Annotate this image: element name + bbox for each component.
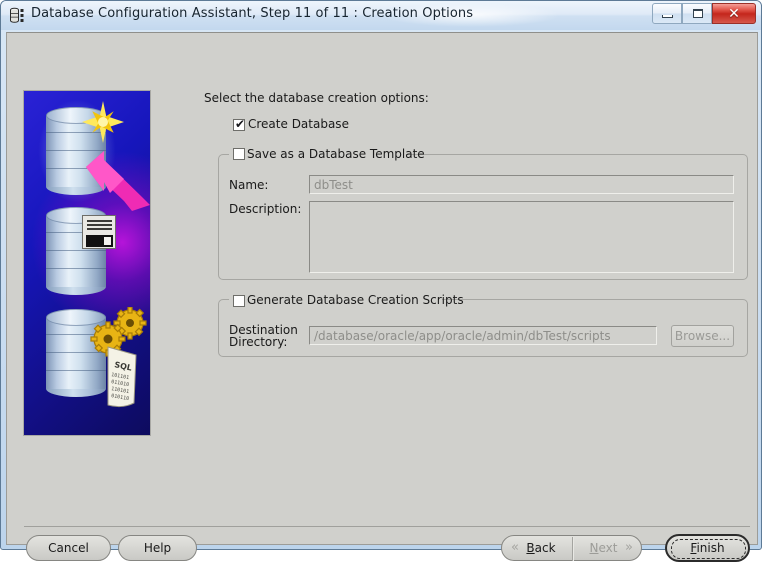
finish-label-rest: inish	[696, 541, 725, 555]
generate-scripts-checkbox[interactable]	[233, 295, 245, 307]
maximize-icon	[693, 9, 703, 18]
browse-button[interactable]: Browse...	[671, 325, 734, 347]
finish-button[interactable]: Finish	[665, 534, 750, 562]
star-burst-icon	[82, 101, 124, 143]
save-template-checkbox[interactable]	[233, 148, 245, 160]
title-bar[interactable]: Database Configuration Assistant, Step 1…	[1, 1, 761, 30]
help-button[interactable]: Help	[118, 535, 197, 561]
floppy-disk-icon	[82, 215, 116, 249]
template-description-textarea[interactable]	[309, 201, 734, 273]
minimize-button[interactable]	[652, 3, 682, 24]
navigation-button-group: « Back Next »	[501, 535, 642, 561]
chevron-right-icon: »	[625, 540, 633, 555]
generate-scripts-label[interactable]: Generate Database Creation Scripts	[247, 293, 464, 307]
template-name-input[interactable]: dbTest	[309, 175, 734, 194]
next-button[interactable]: Next »	[573, 536, 642, 560]
client-area: SQL 101101 011010 110101 010110 Select t…	[6, 32, 758, 562]
close-button[interactable]: ✕	[712, 3, 756, 24]
page-instruction: Select the database creation options:	[204, 91, 429, 105]
close-icon: ✕	[728, 6, 740, 22]
next-label-rest: ext	[598, 541, 618, 555]
create-database-checkbox[interactable]: ✔	[233, 117, 246, 131]
chevron-left-icon: «	[511, 540, 519, 555]
sql-script-scroll-icon: SQL 101101 011010 110101 010110	[102, 343, 142, 409]
save-template-label[interactable]: Save as a Database Template	[247, 147, 425, 161]
next-mnemonic: N	[589, 541, 599, 555]
illustration-panel: SQL 101101 011010 110101 010110	[23, 90, 151, 436]
template-description-label: Description:	[229, 202, 302, 216]
back-button[interactable]: « Back	[502, 536, 572, 560]
back-mnemonic: B	[526, 541, 535, 555]
application-window: Database Configuration Assistant, Step 1…	[0, 0, 762, 562]
create-database-label[interactable]: Create Database	[248, 117, 349, 131]
cancel-button[interactable]: Cancel	[26, 535, 111, 561]
minimize-icon	[662, 15, 673, 18]
database-icon	[9, 7, 26, 24]
checkmark-icon: ✔	[235, 117, 246, 131]
template-name-label: Name:	[229, 178, 269, 192]
destination-directory-label-line2: Directory:	[229, 335, 288, 349]
destination-directory-input[interactable]: /database/oracle/app/oracle/admin/dbTest…	[309, 326, 657, 345]
maximize-button[interactable]	[682, 3, 712, 24]
footer-separator	[24, 526, 750, 527]
back-label-rest: ack	[534, 541, 556, 555]
window-title: Database Configuration Assistant, Step 1…	[31, 6, 474, 21]
magenta-arrow-icon	[84, 149, 150, 213]
